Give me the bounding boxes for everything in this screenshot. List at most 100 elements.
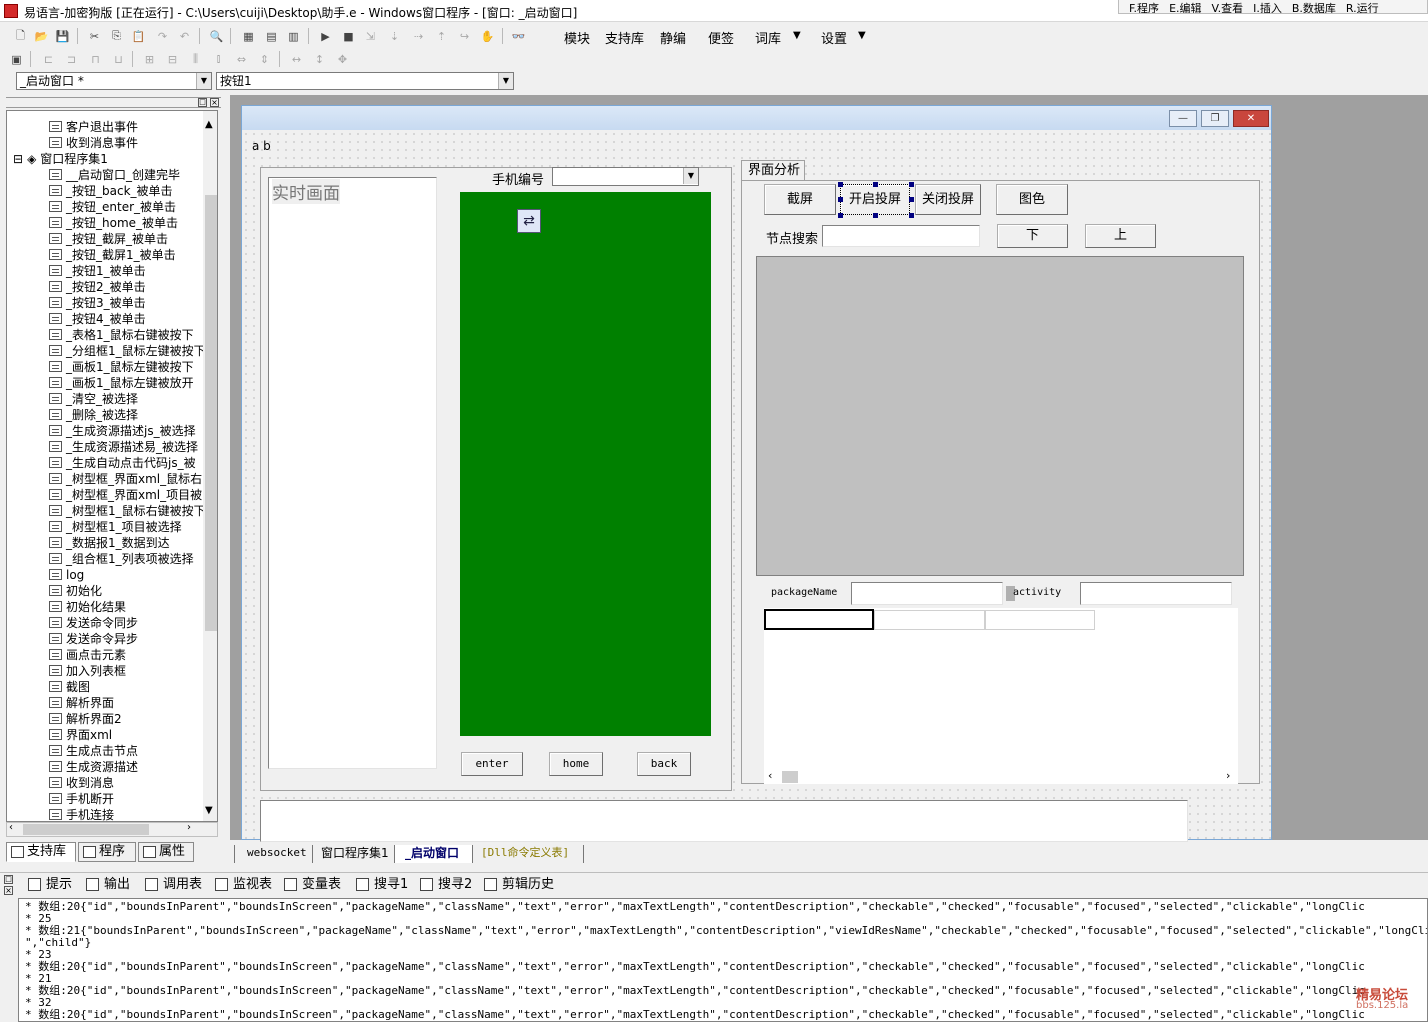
tree-item[interactable]: _清空_被选择 [49,391,138,407]
tree-item[interactable]: 发送命令同步 [49,615,138,631]
tree-item[interactable]: _按钮1_被单击 [49,263,146,279]
scroll-left-icon[interactable]: ‹ [768,769,772,782]
tree-item[interactable]: _按钮_back_被单击 [49,183,173,199]
tree-item[interactable]: _生成自动点击代码js_被 [49,455,196,471]
tree-item[interactable]: 界面xml [49,727,112,743]
tree-item[interactable]: 初始化结果 [49,599,126,615]
phone-select[interactable]: ▼ [552,167,699,186]
tab-hint[interactable]: 提示 [28,876,72,894]
tab-search2[interactable]: 搜寻2 [420,876,472,894]
minimize-icon[interactable]: — [1169,110,1197,127]
scroll-up-icon[interactable]: ▲ [205,119,213,130]
realtime-list[interactable]: 实时画面 [268,177,437,769]
menu-static-compile[interactable]: 静编 [660,28,686,47]
close-pane-icon[interactable]: × [4,886,13,895]
tab-variables[interactable]: 变量表 [284,876,341,894]
ui-tree-canvas[interactable] [756,256,1244,576]
tree-item[interactable]: _按钮4_被单击 [49,311,146,327]
tree-item[interactable]: _树型框_界面xml_项目被 [49,487,202,503]
color-picker-button[interactable]: 图色 [996,184,1068,215]
tree-item[interactable]: ⊟ ◈ 窗口程序集1 [13,151,108,167]
tree-item[interactable]: _画板1_鼠标左键被放开 [49,375,194,391]
tab-output[interactable]: 输出 [86,876,130,894]
same-height-icon[interactable]: ⇕ [256,51,273,67]
selection-handle[interactable] [838,182,843,187]
screenshot-button[interactable]: 截屏 [764,184,836,215]
center-v-icon[interactable]: ⊟ [164,51,181,67]
selection-handle[interactable] [838,197,843,202]
align-bottom-icon[interactable]: ⊔ [110,51,127,67]
align-top-icon[interactable]: ⊓ [87,51,104,67]
back-button[interactable]: back [637,752,691,776]
table-cell[interactable] [874,610,985,630]
tree-item[interactable]: _按钮_home_被单击 [49,215,178,231]
tab-program[interactable]: 程序 [78,842,136,862]
center-h-icon[interactable]: ⊞ [141,51,158,67]
menu-edit[interactable]: E.编辑 [1169,0,1201,13]
tab-properties[interactable]: 属性 [138,842,194,862]
scroll-right-icon[interactable]: › [187,822,191,833]
tree-item[interactable]: 发送命令异步 [49,631,138,647]
tree-item[interactable]: 生成资源描述 [49,759,138,775]
settings-dropdown-icon[interactable]: ▼ [858,30,866,41]
tree-item[interactable]: 加入列表框 [49,663,126,679]
tree-hscroll-thumb[interactable] [23,824,149,835]
width-icon[interactable]: ↔ [288,51,305,67]
selection-handle[interactable] [909,182,914,187]
close-pane-icon[interactable]: × [210,98,219,107]
table-cell[interactable] [985,610,1095,630]
space-v-icon[interactable]: ⫾ [210,51,227,67]
selection-handle[interactable] [838,213,843,218]
tab-call-stack[interactable]: 调用表 [145,876,202,894]
tree-item[interactable]: _按钮_截屏_被单击 [49,231,168,247]
tab-websocket[interactable]: websocket [234,845,312,863]
down-button[interactable]: 下 [997,224,1068,248]
dictionary-dropdown-icon[interactable]: ▼ [793,30,801,41]
tree-item[interactable]: 初始化 [49,583,102,599]
tab-startup-window[interactable]: _启动窗口 [394,845,472,863]
both-size-icon[interactable]: ✥ [334,51,351,67]
home-button[interactable]: home [549,752,603,776]
restore-pane-icon[interactable]: □ [198,98,207,107]
tree-item[interactable]: _生成资源描述易_被选择 [49,439,198,455]
menu-notes[interactable]: 便签 [708,28,734,47]
tree-item[interactable]: 收到消息 [49,775,114,791]
align-left-icon[interactable]: ⊏ [40,51,57,67]
tree-item[interactable]: _生成资源描述js_被选择 [49,423,196,439]
log-edit-box[interactable] [260,800,1188,842]
tree-item[interactable]: _删除_被选择 [49,407,138,423]
restore-pane-icon[interactable]: □ [4,875,13,884]
close-icon[interactable]: ✕ [1233,110,1269,127]
tree-vscroll-thumb[interactable] [205,195,217,631]
tab-window-assembly[interactable]: 窗口程序集1 [312,845,394,863]
tree-item[interactable]: _按钮3_被单击 [49,295,146,311]
menu-database[interactable]: B.数据库 [1292,0,1336,13]
tree-item[interactable]: __启动窗口_创建完毕 [49,167,180,183]
align-right-icon[interactable]: ⊐ [63,51,80,67]
tree-item[interactable]: _表格1_鼠标右键被按下 [49,327,194,343]
tree-item[interactable]: _分组框1_鼠标左键被按下 [49,343,206,359]
tree-item[interactable]: 截图 [49,679,90,695]
selection-handle[interactable] [909,197,914,202]
tree-item[interactable]: 生成点击节点 [49,743,138,759]
chevron-down-icon[interactable]: ▼ [498,73,513,89]
tree-item[interactable]: 手机连接 [49,807,114,821]
menu-module[interactable]: 模块 [564,28,590,47]
tree-item[interactable]: _按钮_enter_被单击 [49,199,176,215]
tab-watch[interactable]: 监视表 [215,876,272,894]
tree-hscroll[interactable]: ‹ › [6,822,218,837]
scroll-left-icon[interactable]: ‹ [9,822,13,833]
program-tree[interactable]: 客户退出事件 收到消息事件 ⊟ ◈ 窗口程序集1 __启动窗口_创建完毕 _按钮_back_… [6,110,218,822]
scroll-down-icon[interactable]: ▼ [205,805,213,816]
selection-handle[interactable] [873,182,878,187]
menu-view[interactable]: V.查看 [1212,0,1244,13]
tree-item[interactable]: _数据报1_数据到达 [49,535,170,551]
up-button[interactable]: 上 [1085,224,1156,248]
selection-handle[interactable] [873,213,878,218]
selection-handle[interactable] [909,213,914,218]
tree-item[interactable]: log [49,567,84,583]
phone-screen-canvas[interactable] [460,192,711,736]
output-panel[interactable]: * 数组:20{"id","boundsInParent","boundsInS… [18,898,1428,1022]
menu-support-lib[interactable]: 支持库 [605,28,644,47]
tab-support-lib[interactable]: 支持库 [6,842,76,862]
